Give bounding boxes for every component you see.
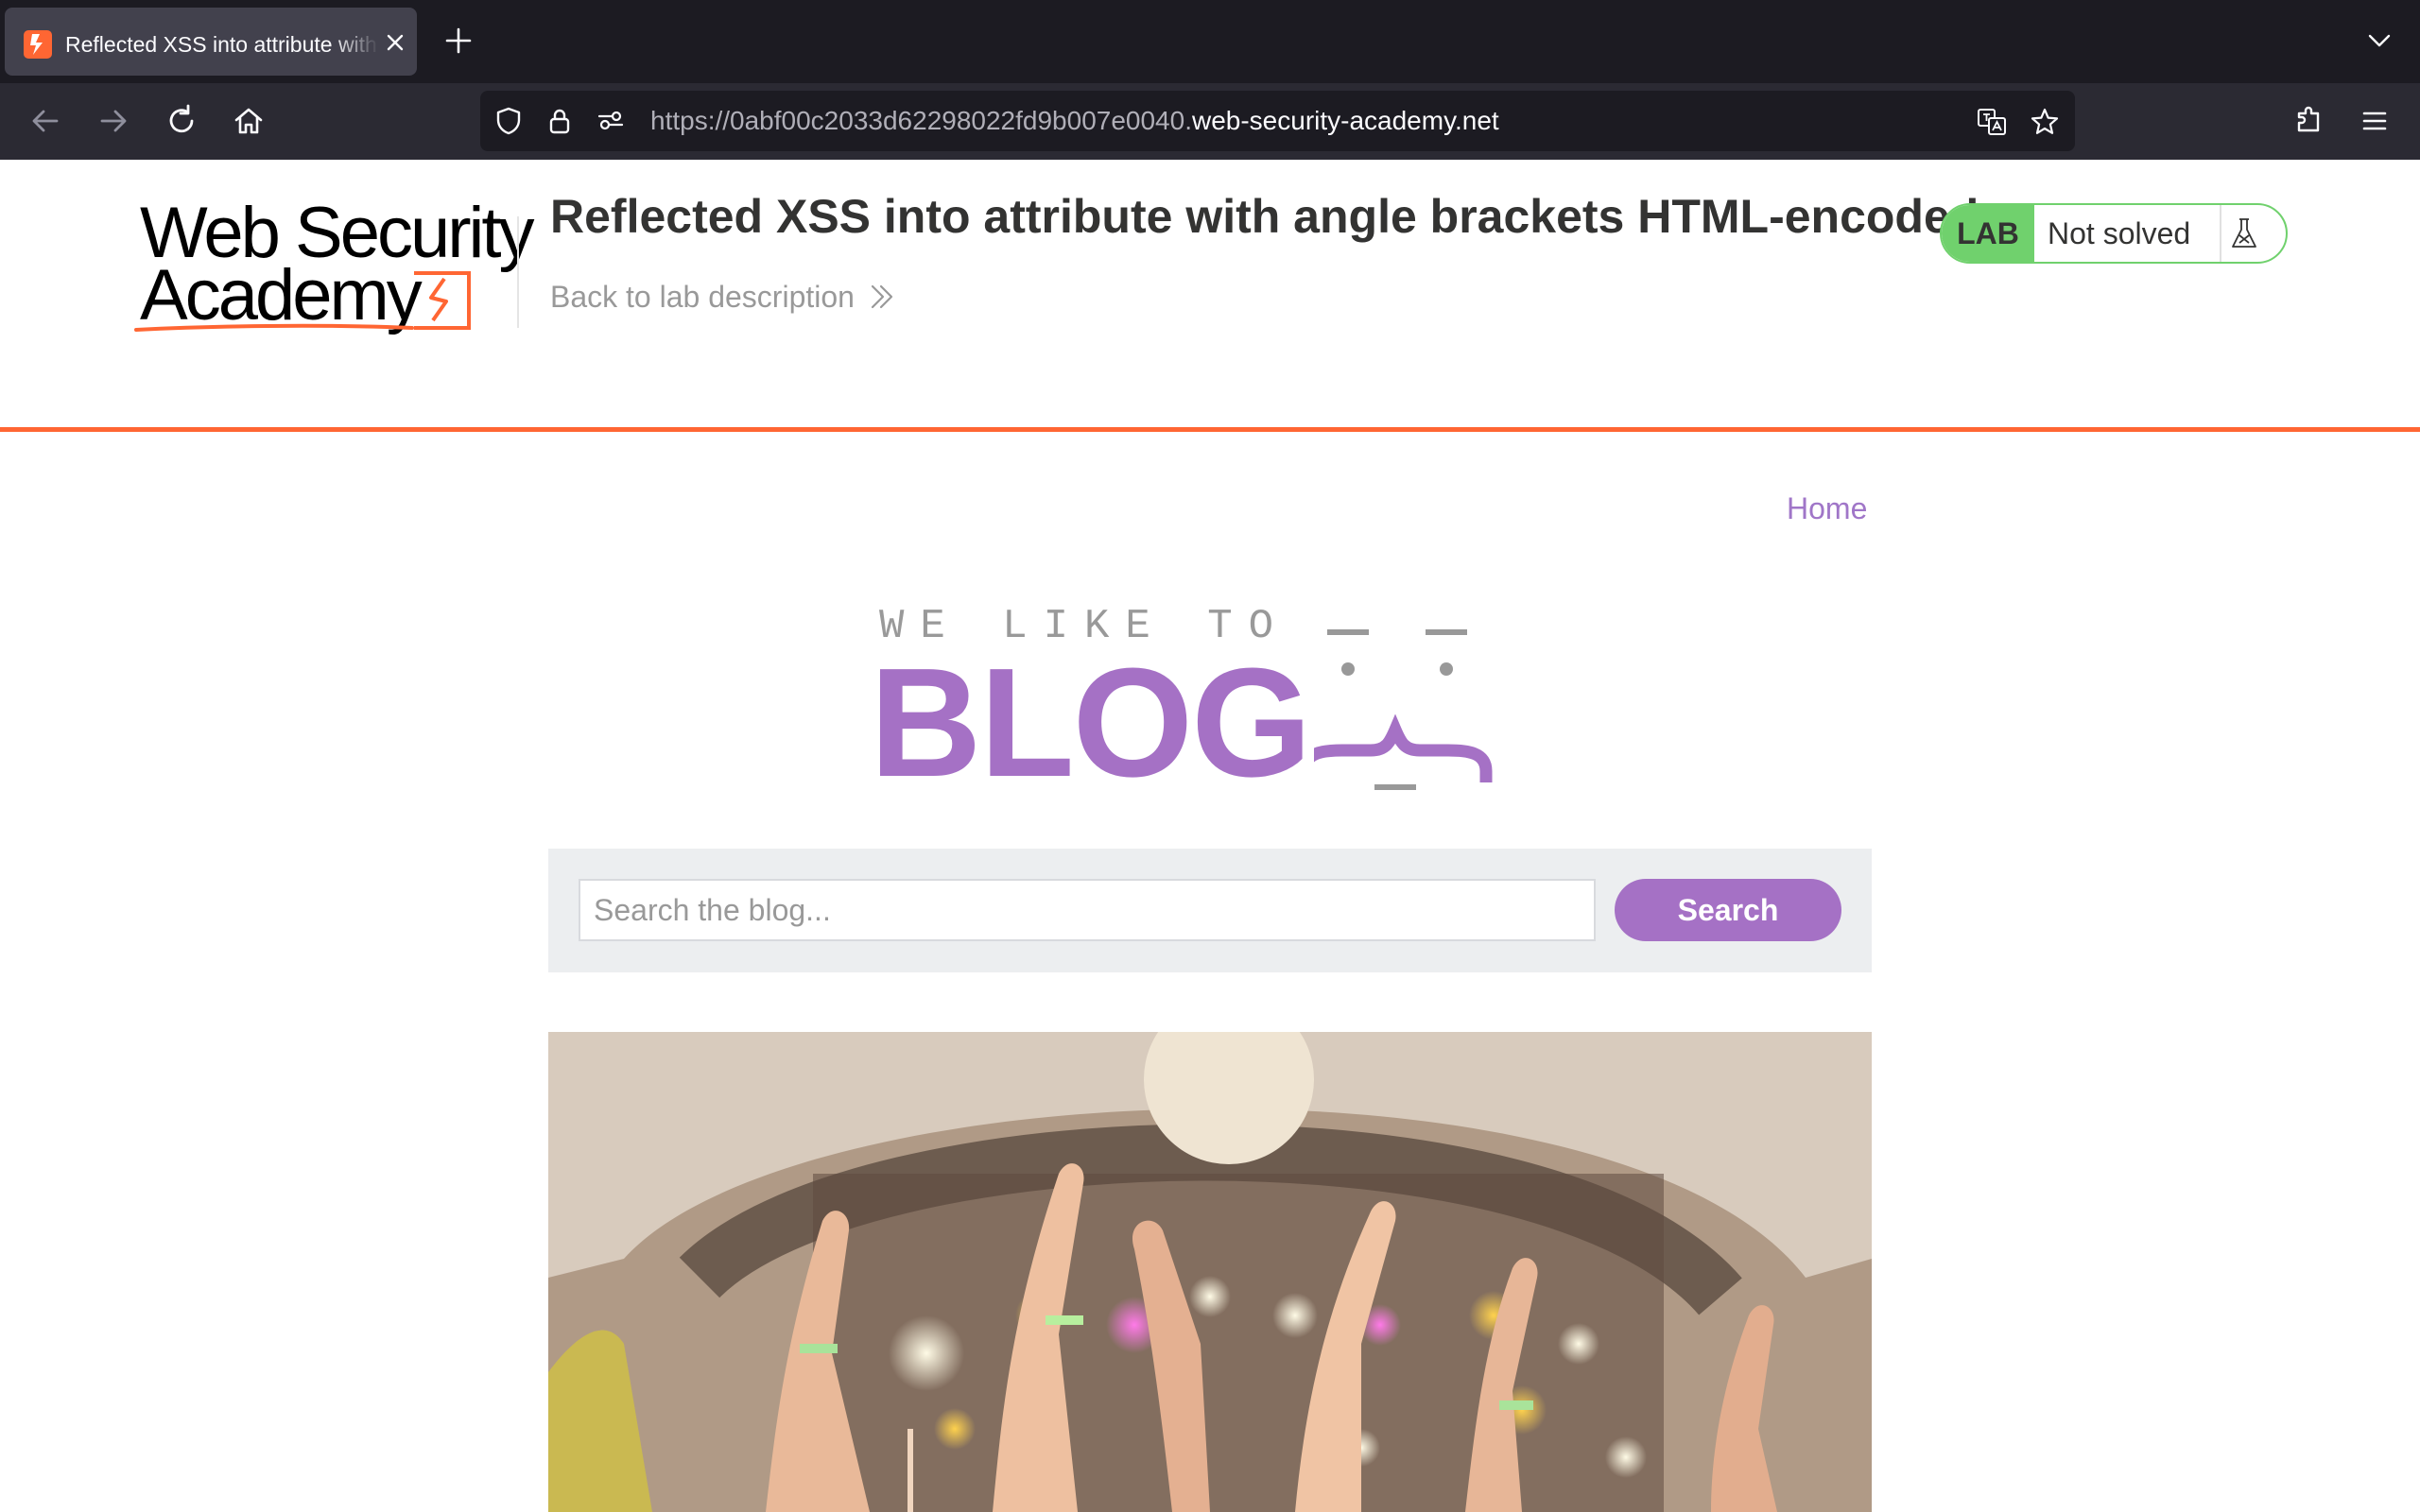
shield-icon[interactable] [493,106,524,136]
burp-favicon-icon [24,30,52,59]
concert-crowd-illustration [548,1032,1872,1512]
translate-icon[interactable] [1976,106,2008,138]
search-input[interactable] [579,879,1596,941]
lock-icon[interactable] [544,106,575,136]
blog-post-hero-image[interactable] [548,1032,1872,1512]
url-host: web-security-academy.net [1191,106,1499,135]
url-text[interactable]: https://0abf00c2033d62298022fd9b007e0040… [650,104,1499,138]
reload-icon[interactable] [163,102,200,140]
lab-title: Reflected XSS into attribute with angle … [550,190,1979,243]
tab-title: Reflected XSS into attribute with angle … [65,32,379,57]
blog-face-icon [1314,629,1493,790]
forward-arrow-icon[interactable] [95,102,132,140]
lab-badge: LAB [1942,205,2034,262]
extensions-icon[interactable] [2290,102,2327,140]
blog-wordmark: BLOG [870,636,1312,809]
lab-status-separator [2220,205,2221,262]
chevron-down-icon[interactable] [2365,26,2394,55]
blog-logo: WE LIKE TO BLOG [851,586,1550,803]
lab-status-widget: LAB Not solved [1940,203,2288,264]
plus-icon[interactable] [442,25,475,57]
logo-bolt-icon [134,271,471,332]
web-security-academy-logo[interactable]: Web Security Academy [132,198,535,349]
chevron-double-right-icon[interactable] [868,281,896,313]
lab-status-text: Not solved [2048,216,2191,250]
close-icon[interactable] [381,28,409,57]
header-orange-rule [0,427,2420,432]
permissions-icon[interactable] [596,106,626,136]
blog-search-panel: Search [548,849,1872,972]
menu-icon[interactable] [2356,102,2394,140]
browser-tab-bar: Reflected XSS into attribute with angle … [0,0,2420,83]
header-divider [517,216,519,328]
back-to-lab-description-link[interactable]: Back to lab description [550,277,855,317]
browser-tab-active[interactable]: Reflected XSS into attribute with angle … [5,8,417,76]
url-prefix: https://0abf00c2033d62298022fd9b007e0040… [650,106,1192,135]
browser-nav-bar: https://0abf00c2033d62298022fd9b007e0040… [0,83,2420,160]
address-bar[interactable]: https://0abf00c2033d62298022fd9b007e0040… [480,91,2075,151]
star-icon[interactable] [2029,106,2061,138]
back-arrow-icon[interactable] [26,102,64,140]
academy-lab-header: Web Security Academy Reflected XSS into … [0,160,2420,430]
home-icon[interactable] [230,102,268,140]
search-button[interactable]: Search [1615,879,1841,941]
flask-icon [2225,215,2263,252]
home-nav-link[interactable]: Home [1787,488,1867,529]
